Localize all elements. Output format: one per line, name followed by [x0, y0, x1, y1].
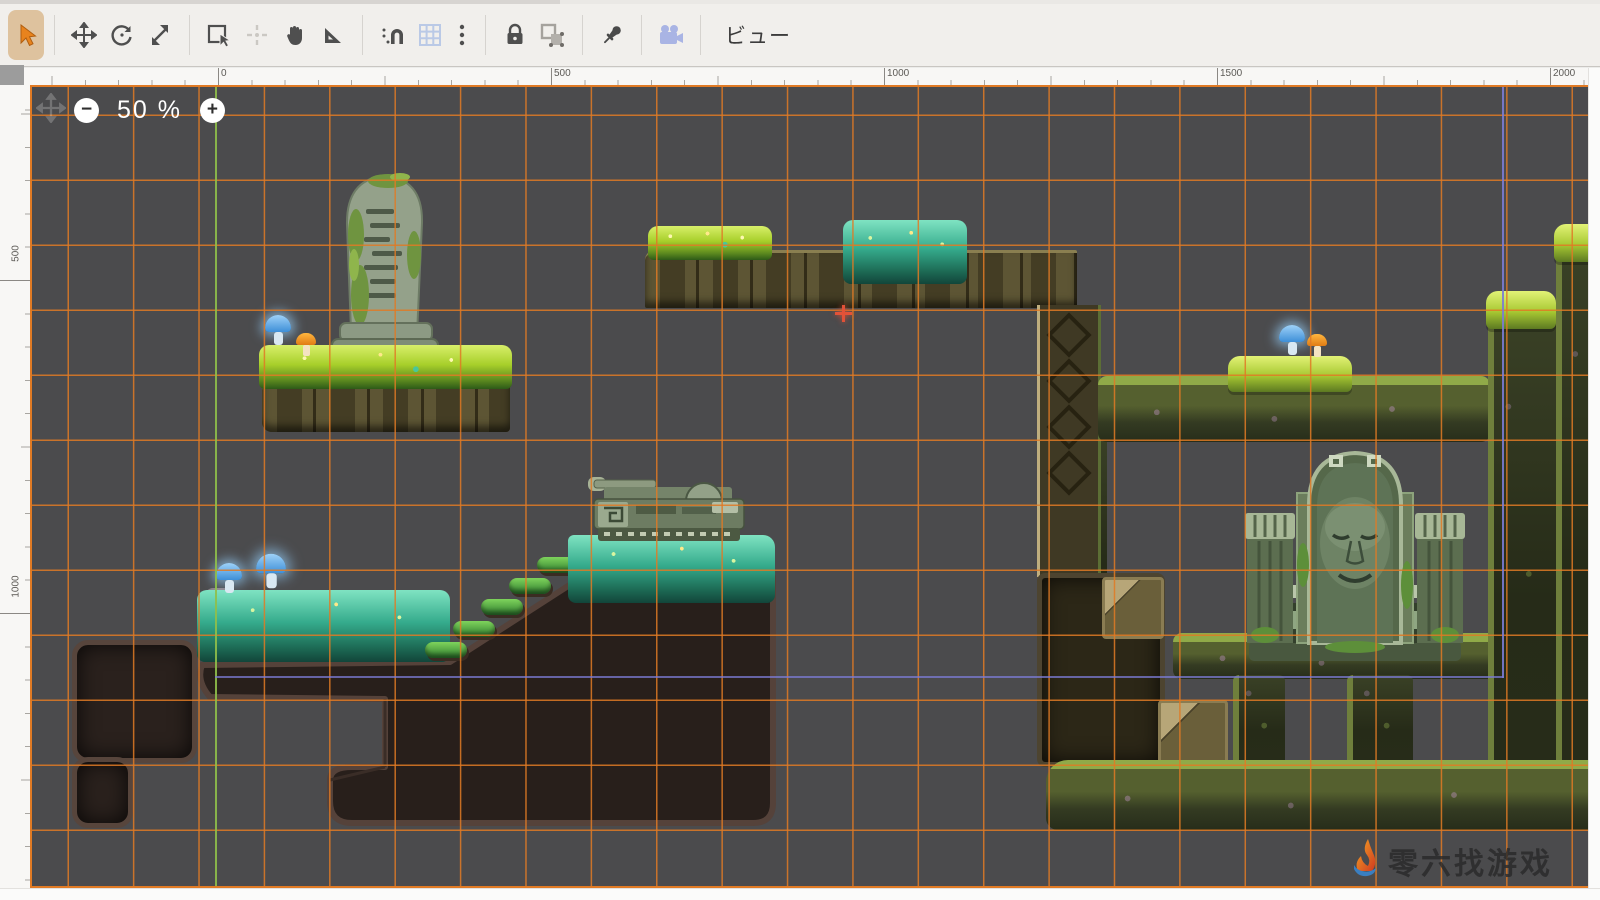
pin-icon [599, 22, 625, 48]
zoom-level: 50 % [117, 96, 182, 125]
ruin-step-block[interactable] [1158, 700, 1228, 764]
grass-pad-yellow[interactable] [648, 226, 772, 260]
toolbar-divider [54, 15, 55, 55]
instances-button[interactable] [534, 11, 572, 59]
move-icon [71, 22, 97, 48]
grass-tower-a-cap[interactable] [1486, 291, 1556, 329]
toolbar: ビュー [0, 4, 1600, 67]
origin-axis-line [215, 85, 217, 888]
toolbar-divider [700, 15, 701, 55]
scene-canvas[interactable]: − 50 % + 零六找游戏 www.lingliuyx.com www.06zy… [30, 85, 1588, 888]
orange-mushroom[interactable] [1307, 334, 1327, 358]
stone-statue[interactable] [1245, 435, 1465, 665]
resize-tool-button[interactable] [141, 11, 179, 59]
lock-icon [503, 23, 527, 47]
zoom-in-button[interactable]: + [200, 98, 225, 123]
pin-toggle-button[interactable] [593, 11, 631, 59]
teal-grass-platform[interactable] [197, 590, 450, 662]
kebab-menu-icon [458, 22, 466, 48]
ruler-tick [1550, 68, 1551, 85]
grass-pad-right[interactable] [1228, 356, 1352, 392]
horizontal-ruler: 0 500 1000 1500 2000 [30, 68, 1588, 85]
zoom-out-button[interactable]: − [74, 98, 99, 123]
game-window-border-right [1502, 85, 1504, 678]
ruin-column[interactable] [1037, 305, 1101, 577]
ruler-label: 500 [554, 68, 571, 79]
watermark-title: 零六找游戏 [1388, 839, 1553, 883]
cursor-icon [13, 22, 39, 48]
ruler-label: 0 [221, 68, 227, 79]
vertical-ruler: 500 1000 [0, 85, 30, 888]
grid-toggle-button[interactable] [411, 11, 449, 59]
hand-icon [283, 23, 307, 47]
ruler-tick [1217, 68, 1218, 85]
toolbar-divider [641, 15, 642, 55]
pan-hand-tool-button[interactable] [276, 11, 314, 59]
measure-tool-button[interactable] [314, 11, 352, 59]
watermark-logo-icon [1342, 835, 1388, 886]
rotate-tool-button[interactable] [103, 11, 141, 59]
move-ghost-icon [36, 93, 66, 128]
game-window-border-bottom [215, 676, 1504, 678]
blue-mushroom[interactable] [1279, 325, 1305, 355]
resize-icon [147, 22, 173, 48]
horizontal-scrollbar[interactable] [0, 888, 1600, 900]
origin-marker [835, 305, 852, 322]
toolbar-divider [362, 15, 363, 55]
set-square-icon [320, 22, 346, 48]
toolbar-divider [189, 15, 190, 55]
magnet-icon [379, 22, 405, 48]
ruler-label: 1000 [887, 68, 909, 79]
watermark-url-1: www.lingliuyx.com [1342, 886, 1472, 888]
ruler-label: 2000 [1553, 68, 1575, 79]
grass-tower-b[interactable] [1556, 245, 1588, 790]
vertical-scrollbar[interactable] [1588, 68, 1600, 888]
moss-base[interactable] [1046, 760, 1588, 830]
ruler-label: 1000 [11, 572, 22, 602]
watermark: 零六找游戏 www.lingliuyx.com www.06zyx.com [1342, 835, 1588, 888]
ruler-label: 500 [11, 239, 22, 269]
blue-mushroom[interactable] [216, 563, 242, 593]
snap-point-tool-button[interactable] [238, 11, 276, 59]
snap-point-icon [244, 22, 270, 48]
ruler-label: 1500 [1220, 68, 1242, 79]
ruler-corner [0, 68, 30, 85]
ruler-tick [0, 613, 30, 614]
ruler-tick [0, 280, 30, 281]
select-tool-button[interactable] [8, 10, 44, 60]
cave-terrain-left-foot[interactable] [72, 757, 133, 828]
ruin-step-block[interactable] [1102, 577, 1164, 639]
instances-icon [539, 22, 567, 48]
move-tool-button[interactable] [65, 11, 103, 59]
rotate-icon [109, 22, 135, 48]
view-menu-button[interactable]: ビュー [711, 20, 805, 50]
ruler-tick [884, 68, 885, 85]
camera-preview-button[interactable] [652, 11, 690, 59]
blue-mushroom[interactable] [256, 554, 286, 589]
grid-icon [417, 22, 443, 48]
tombstone[interactable] [330, 165, 440, 360]
arch-column[interactable] [1347, 675, 1413, 767]
arch-column[interactable] [1233, 675, 1285, 767]
rect-select-icon [206, 22, 232, 48]
more-options-button[interactable] [449, 11, 475, 59]
grass-tower-b-cap[interactable] [1554, 224, 1588, 262]
watermark-urls: www.lingliuyx.com www.06zyx.com [1342, 886, 1588, 888]
blue-mushroom[interactable] [265, 315, 291, 345]
zoom-control: − 50 % + [74, 96, 225, 125]
camera-icon [657, 22, 685, 48]
grass-pad-teal[interactable] [843, 220, 967, 284]
ruler-tick [551, 68, 552, 85]
orange-mushroom[interactable] [296, 333, 316, 357]
lock-toggle-button[interactable] [496, 11, 534, 59]
rect-select-tool-button[interactable] [200, 11, 238, 59]
toolbar-divider [485, 15, 486, 55]
grass-tower-a[interactable] [1488, 311, 1556, 789]
cave-terrain-left[interactable] [72, 640, 197, 763]
ruler-tick [218, 68, 219, 85]
stone-tank[interactable] [588, 471, 748, 549]
toolbar-divider [582, 15, 583, 55]
watermark-url-2: www.06zyx.com [1498, 886, 1588, 888]
magnet-snap-button[interactable] [373, 11, 411, 59]
